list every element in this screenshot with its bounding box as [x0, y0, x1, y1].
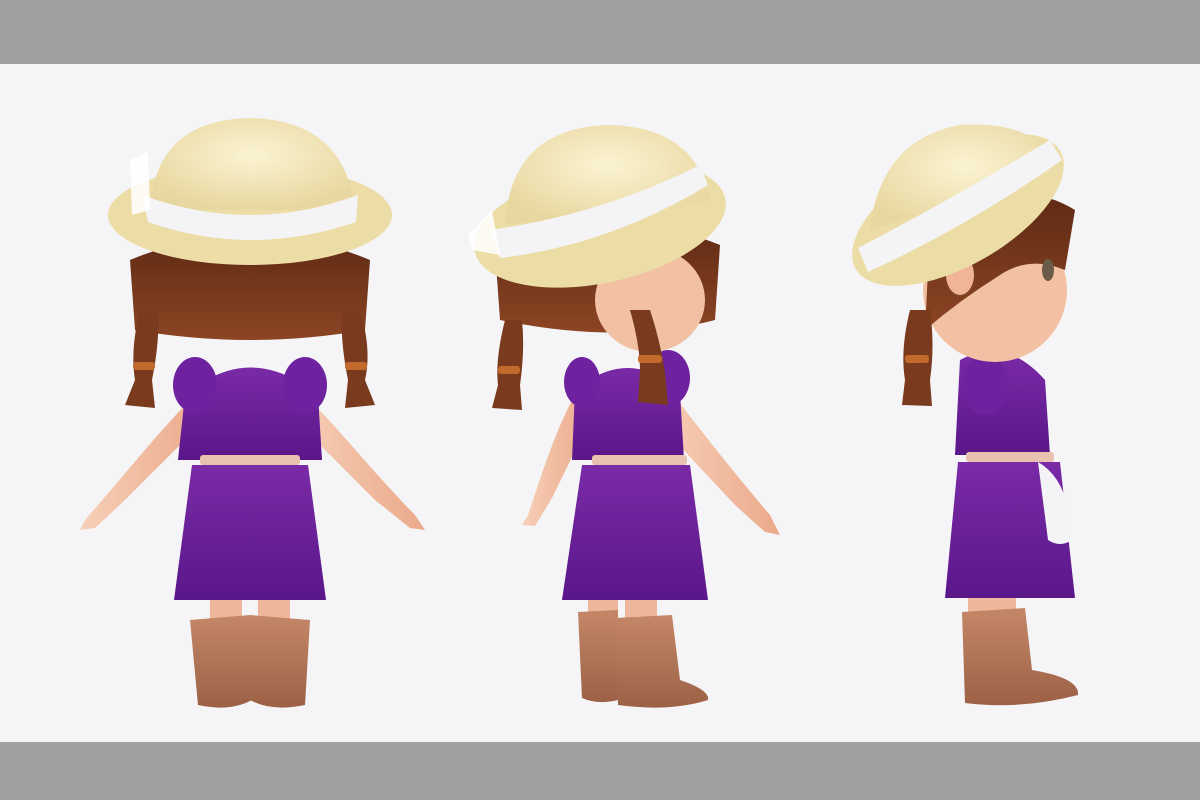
- right-sleeve: [283, 357, 327, 413]
- right-hair-tie: [345, 362, 367, 370]
- sleeve: [963, 355, 1007, 415]
- belt: [592, 455, 687, 465]
- dress-skirt: [562, 465, 708, 600]
- turnaround-illustration: [80, 118, 1079, 708]
- eye: [1042, 259, 1054, 281]
- dress-skirt: [174, 465, 326, 600]
- bottom-frame-band: [0, 742, 1200, 800]
- left-sleeve: [564, 357, 600, 407]
- left-hair-tie: [133, 362, 155, 370]
- figure-three-quarter-view: [468, 125, 780, 708]
- right-hair-tie: [638, 355, 662, 363]
- left-boot: [190, 615, 252, 708]
- left-boot: [578, 610, 618, 703]
- left-braid: [125, 310, 159, 408]
- left-braid: [492, 320, 524, 410]
- render-stage: [0, 64, 1200, 742]
- left-hair-tie: [498, 366, 520, 374]
- left-sleeve: [173, 357, 217, 413]
- figure-back-view: [80, 118, 425, 708]
- belt: [966, 452, 1054, 462]
- boot: [962, 608, 1079, 706]
- hat-crown: [150, 118, 355, 210]
- hair-tie: [905, 355, 929, 363]
- right-boot: [250, 615, 310, 708]
- hat-bow: [130, 152, 150, 215]
- belt: [200, 455, 300, 465]
- top-frame-band: [0, 0, 1200, 64]
- right-boot: [615, 615, 709, 708]
- figure-side-view: [852, 124, 1079, 706]
- right-braid: [341, 310, 375, 408]
